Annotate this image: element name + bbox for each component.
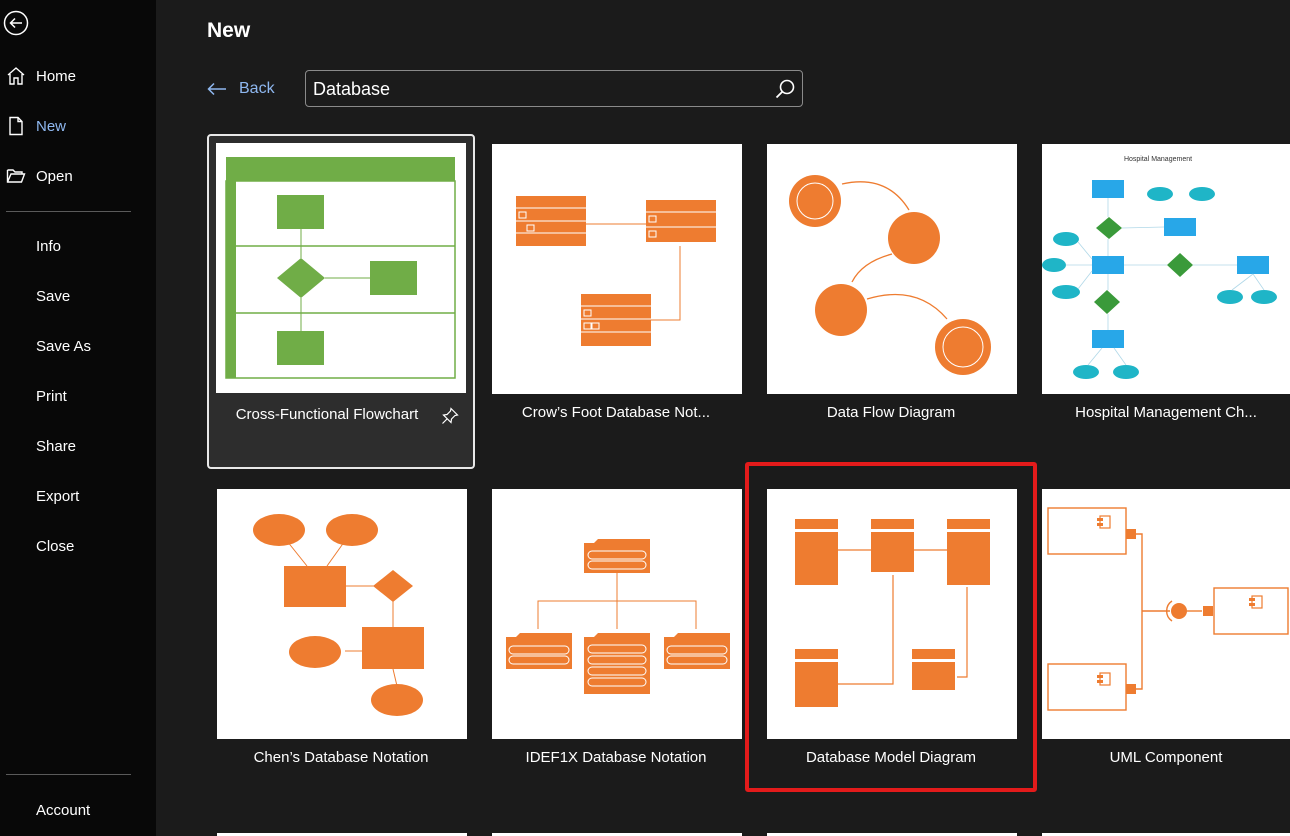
- template-tile-data-flow-diagram[interactable]: Data Flow Diagram: [757, 134, 1025, 444]
- template-thumbnail: [217, 489, 467, 739]
- template-thumbnail: [492, 489, 742, 739]
- sidebar-divider: [6, 774, 131, 775]
- sidebar-divider: [6, 211, 131, 212]
- sidebar-item-save-as[interactable]: Save As: [0, 326, 156, 366]
- sidebar-item-home[interactable]: Home: [0, 56, 156, 96]
- selection-highlight: [745, 462, 1037, 792]
- template-name: Data Flow Diagram: [826, 404, 956, 421]
- sidebar-item-label: New: [36, 117, 67, 135]
- sidebar-item-save[interactable]: Save: [0, 276, 156, 316]
- template-thumbnail: Hospital Management: [1042, 144, 1290, 394]
- template-tile-chens-database-notation[interactable]: Chen’s Database Notation: [207, 479, 475, 789]
- sidebar-item-print[interactable]: Print: [0, 376, 156, 416]
- template-tile-hospital-management[interactable]: Hospital Management Hospital Management …: [1032, 134, 1290, 444]
- template-tile-idef1x[interactable]: IDEF1X Database Notation: [482, 479, 750, 789]
- folder-open-icon: [6, 169, 26, 183]
- template-thumbnail: [492, 144, 742, 394]
- template-name: UML Component: [1109, 749, 1223, 766]
- sidebar-item-info[interactable]: Info: [0, 226, 156, 266]
- back-label: Back: [239, 80, 275, 97]
- sidebar-item-label: Account: [36, 801, 91, 819]
- template-name: Crow’s Foot Database Not...: [521, 404, 711, 421]
- back-button[interactable]: Back: [207, 78, 275, 100]
- sidebar-item-open[interactable]: Open: [0, 156, 156, 196]
- page-title: New: [207, 19, 251, 42]
- template-thumbnail: [767, 144, 1017, 394]
- backstage-sidebar: Home New Open Info Save Save As Print Sh…: [0, 0, 156, 836]
- search-input[interactable]: [313, 77, 753, 101]
- template-tile-cross-functional-flowchart[interactable]: Cross-Functional Flowchart: [207, 134, 475, 469]
- main-panel: New Back Cross-Functiona: [156, 0, 1290, 836]
- sidebar-item-label: Open: [36, 167, 73, 185]
- thumbnail-title: Hospital Management: [1124, 156, 1192, 163]
- back-arrow-icon[interactable]: [3, 10, 29, 36]
- sidebar-item-label: Home: [36, 67, 77, 85]
- sidebar-item-label: Share: [36, 437, 77, 455]
- template-name: IDEF1X Database Notation: [525, 749, 707, 766]
- sidebar-item-close[interactable]: Close: [0, 526, 156, 566]
- sidebar-item-account[interactable]: Account: [0, 790, 156, 830]
- template-name: Chen’s Database Notation: [253, 749, 429, 766]
- template-tile-crows-foot[interactable]: Crow’s Foot Database Not...: [482, 134, 750, 444]
- sidebar-item-label: Export: [36, 487, 80, 505]
- sidebar-item-label: Print: [36, 387, 67, 405]
- sidebar-item-label: Save As: [36, 337, 92, 355]
- sidebar-item-export[interactable]: Export: [0, 476, 156, 516]
- template-search-box[interactable]: [305, 70, 803, 107]
- pin-icon[interactable]: [441, 407, 459, 425]
- sidebar-item-share[interactable]: Share: [0, 426, 156, 466]
- sidebar-item-label: Close: [36, 537, 75, 555]
- template-name: Cross-Functional Flowchart: [235, 406, 419, 423]
- new-document-icon: [9, 116, 23, 136]
- template-tile-uml-component[interactable]: UML Component: [1032, 479, 1290, 789]
- template-thumbnail: [1042, 489, 1290, 739]
- sidebar-item-new[interactable]: New: [0, 106, 156, 146]
- home-icon: [7, 67, 25, 85]
- template-name: Hospital Management Ch...: [1075, 404, 1257, 421]
- template-thumbnail: [216, 143, 466, 393]
- search-icon[interactable]: [774, 78, 796, 100]
- sidebar-item-label: Info: [36, 237, 62, 255]
- arrow-left-icon: [207, 82, 226, 96]
- sidebar-item-label: Save: [36, 287, 71, 305]
